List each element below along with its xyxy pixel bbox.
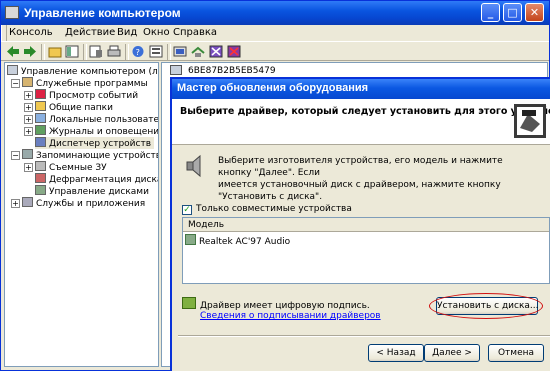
highlight-oval [429,293,543,319]
cancel-button[interactable]: Отмена [488,344,544,362]
collapse-toggle[interactable]: − [11,151,20,160]
svg-text:?: ? [136,48,140,57]
scan-hardware-icon[interactable] [173,45,187,58]
expand-toggle[interactable]: + [24,115,33,124]
collapse-toggle[interactable]: − [11,79,20,88]
tree-item-system-tools[interactable]: Служебные программы [22,77,148,89]
computer-management-icon [5,6,19,19]
event-viewer-icon [35,89,46,99]
expand-toggle[interactable]: + [11,199,20,208]
dialog-title: Мастер обновления оборудования [177,82,369,94]
tree-item-device-manager[interactable]: Диспетчер устройств [35,137,155,149]
print-icon[interactable] [107,45,121,58]
maximize-button[interactable]: □ [503,3,522,22]
toolbar-separator [83,44,87,60]
model-list[interactable]: Модель Realtek AC'97 Audio [182,217,550,284]
disk-management-icon [35,185,46,195]
storage-icon [22,149,33,159]
expand-toggle[interactable]: + [24,91,33,100]
update-driver-icon[interactable] [191,45,205,58]
toolbar: ? [1,41,549,61]
hardware-wizard-icon [514,104,546,138]
view-icon[interactable] [149,45,163,58]
hardware-update-wizard: Мастер обновления оборудования Выберите … [170,77,550,371]
expand-toggle[interactable]: + [24,103,33,112]
removable-storage-icon [35,161,46,171]
dialog-heading: Выберите драйвер, который следует устано… [180,106,550,117]
back-arrow-icon[interactable] [6,45,20,58]
computer-icon [7,65,18,75]
toolbar-separator [167,44,171,60]
logs-icon [35,125,46,135]
device-manager-icon [35,137,46,147]
expand-toggle[interactable]: + [24,127,33,136]
console-tree[interactable]: Управление компьютером (локал − Служебны… [4,62,159,367]
menu-view[interactable]: Вид [117,27,137,38]
speaker-icon [186,154,201,178]
close-button[interactable]: ✕ [525,3,544,22]
uninstall-device-icon[interactable] [227,45,241,58]
defrag-icon [35,173,46,183]
dialog-title-bar[interactable]: Мастер обновления оборудования [172,79,550,99]
up-folder-icon[interactable] [48,45,62,58]
audio-device-icon [185,234,196,245]
console-tree-icon[interactable] [65,45,79,58]
driver-signing-link[interactable]: Сведения о подписывании драйверов [200,311,381,321]
menu-window[interactable]: Окно [143,27,170,38]
tree-item-disk-management[interactable]: Управление дисками [35,185,149,197]
tree-item-removable-storage[interactable]: Съемные ЗУ [35,161,107,173]
computer-icon [170,65,182,75]
disable-device-icon[interactable] [209,45,223,58]
signed-driver-notice: Драйвер имеет цифровую подпись. [182,297,370,311]
users-icon [35,113,46,123]
list-item[interactable]: Realtek AC'97 Audio [185,234,290,247]
compatible-only-checkbox[interactable]: ✓ [182,205,192,215]
menu-help[interactable]: Справка [173,27,217,38]
signed-driver-icon [182,297,196,309]
menu-action[interactable]: Действие [65,27,115,38]
tree-item-services-apps[interactable]: Службы и приложения [22,197,145,209]
dialog-separator [178,335,550,337]
tree-item-storage[interactable]: Запоминающие устройства [22,149,158,161]
back-button[interactable]: < Назад [368,344,424,362]
tree-item-defrag[interactable]: Дефрагментация диска [35,173,158,185]
services-icon [22,197,33,207]
expand-toggle[interactable]: + [24,163,33,172]
dialog-header: Выберите драйвер, который следует устано… [172,99,550,145]
tree-item-shared-folders[interactable]: Общие папки [35,101,113,113]
title-bar[interactable]: Управление компьютером _ □ ✕ [1,1,549,25]
menu-grip [1,25,7,41]
tools-icon [22,77,33,87]
toolbar-separator [41,44,45,60]
tree-root[interactable]: Управление компьютером (локал [7,65,158,77]
toolbar-separator [125,44,129,60]
menu-bar: Консоль Действие Вид Окно Справка [1,25,549,41]
tree-item-event-viewer[interactable]: Просмотр событий [35,89,138,101]
forward-arrow-icon[interactable] [23,45,37,58]
device-tree-header: 6BE87B2B5EB5479 [188,66,276,76]
window-title: Управление компьютером [24,6,181,20]
compatible-only-label[interactable]: Только совместимые устройства [196,204,352,214]
menu-console[interactable]: Консоль [9,27,53,38]
instruction-text: Выберите изготовителя устройства, его мо… [218,156,503,202]
shared-folder-icon [35,101,46,111]
next-button[interactable]: Далее > [424,344,480,362]
model-column-header[interactable]: Модель [183,218,549,232]
help-icon[interactable]: ? [131,45,145,58]
tree-item-performance-logs[interactable]: Журналы и оповещения пр [35,125,158,137]
properties-icon[interactable] [89,45,103,58]
tree-item-local-users[interactable]: Локальные пользователи [35,113,158,125]
minimize-button[interactable]: _ [481,3,500,22]
